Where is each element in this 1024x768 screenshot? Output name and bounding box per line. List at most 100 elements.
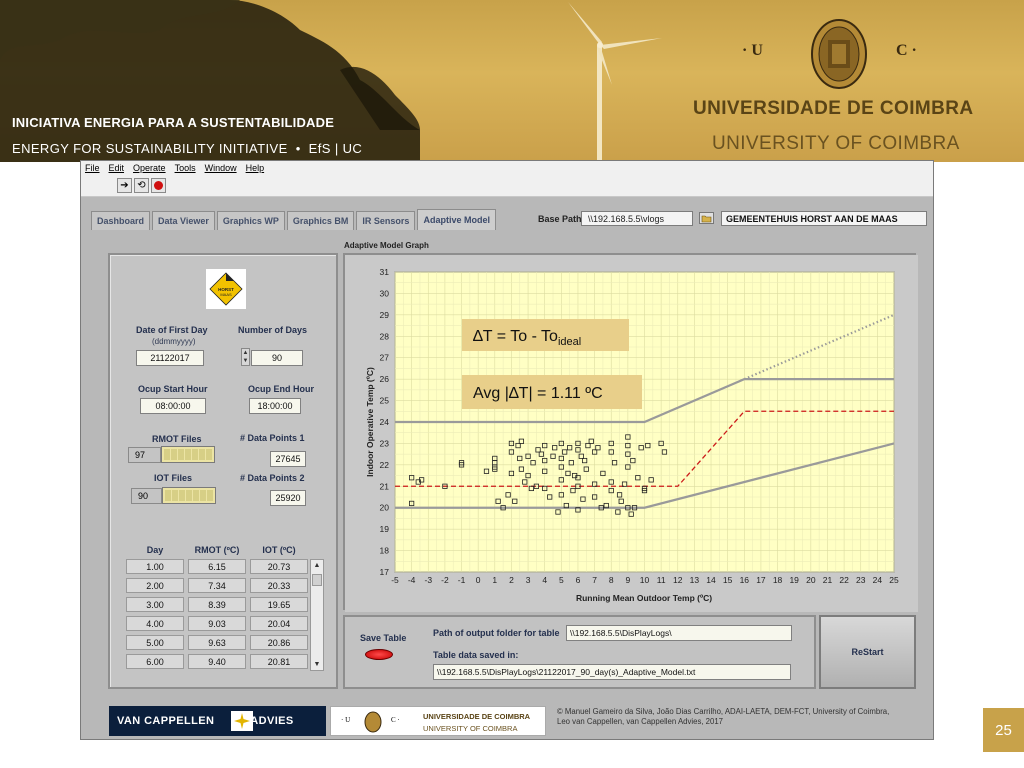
x-tick-label: 18 xyxy=(773,575,783,585)
tab-adaptive-model[interactable]: Adaptive Model xyxy=(417,209,496,230)
ocup-end-input[interactable]: 18:00:00 xyxy=(249,398,301,414)
x-tick-label: -4 xyxy=(408,575,416,585)
data-points-1-label: # Data Points 1 xyxy=(240,433,305,443)
delta-t-formula-main: ∆T = To - To xyxy=(473,328,558,345)
x-tick-label: 3 xyxy=(526,575,531,585)
table-cell: 20.33 xyxy=(250,578,308,593)
x-tick-label: 15 xyxy=(723,575,733,585)
toolbar: ➔ ⟲ xyxy=(81,175,933,197)
horst-aan-de-maas-logo: HORST MAAS xyxy=(206,269,246,309)
advies-text: ADVIES xyxy=(250,715,294,727)
tab-graphics-wp[interactable]: Graphics WP xyxy=(216,211,285,230)
y-tick-label: 18 xyxy=(380,546,390,556)
efs-uc-text: EfS | UC xyxy=(308,141,363,156)
efs-title-en-text: ENERGY FOR SUSTAINABILITY INITIATIVE xyxy=(12,141,288,156)
tab-ir-sensors[interactable]: IR Sensors xyxy=(356,211,416,230)
save-table-toggle[interactable] xyxy=(365,649,393,660)
menu-file[interactable]: File xyxy=(85,163,100,173)
browse-folder-icon[interactable] xyxy=(699,212,714,224)
y-tick-label: 29 xyxy=(380,310,390,320)
days-spinner[interactable]: ▲ ▼ xyxy=(241,348,250,366)
menu-tools[interactable]: Tools xyxy=(175,163,196,173)
menu-help[interactable]: Help xyxy=(246,163,265,173)
run-continuously-icon[interactable]: ⟲ xyxy=(134,178,149,193)
wind-turbine-icon xyxy=(568,2,662,162)
x-tick-label: 1 xyxy=(492,575,497,585)
uc-letter-u: · U xyxy=(742,42,763,59)
scroll-down-icon[interactable]: ▼ xyxy=(311,659,323,670)
uc-footer-dot-u: · U xyxy=(341,716,351,724)
site-name-field: GEMEENTEHUIS HORST AAN DE MAAS xyxy=(721,211,927,226)
y-tick-label: 28 xyxy=(380,331,390,341)
credits-text: © Manuel Gameiro da Silva, João Dias Car… xyxy=(557,707,917,727)
avg-delta-t-value: Avg |∆T| = 1.11 ºC xyxy=(473,385,603,402)
efs-title-en: ENERGY FOR SUSTAINABILITY INITIATIVE • E… xyxy=(12,141,362,156)
x-tick-label: -2 xyxy=(441,575,449,585)
iot-files-label: IOT Files xyxy=(154,473,193,483)
iot-files-count: 90 xyxy=(131,488,162,504)
y-tick-label: 27 xyxy=(380,353,390,363)
tab-graphics-bm[interactable]: Graphics BM xyxy=(286,211,355,230)
date-format-hint: (ddmmyyyy) xyxy=(152,337,196,346)
x-tick-label: 6 xyxy=(576,575,581,585)
y-tick-label: 17 xyxy=(380,567,390,577)
table-header-iot: IOT (ºC) xyxy=(262,545,296,555)
abort-icon[interactable] xyxy=(151,178,166,193)
uc-title-en: UNIVERSITY OF COIMBRA xyxy=(712,133,960,154)
menu-operate[interactable]: Operate xyxy=(133,163,166,173)
tab-dashboard[interactable]: Dashboard xyxy=(91,211,151,230)
adaptive-model-graph-panel: -5 -4 -3 -2 -1 0 1 2 3 4 5 6 7 8 9 10 11 12 13 14 15 16 17 18 19… xyxy=(343,253,918,612)
menu-bar: File Edit Operate Tools Window Help xyxy=(81,161,933,175)
x-tick-label: 19 xyxy=(789,575,799,585)
delta-t-definition-box: ∆T = To - Toideal xyxy=(462,319,629,351)
output-path-input[interactable]: \\192.168.5.5\DisPlayLogs\ xyxy=(566,625,792,641)
ocup-start-input[interactable]: 08:00:00 xyxy=(140,398,206,414)
scroll-up-icon[interactable]: ▲ xyxy=(311,560,323,571)
header-banner: INICIATIVA ENERGIA PARA A SUSTENTABILIDA… xyxy=(0,0,1024,162)
x-tick-label: 20 xyxy=(806,575,816,585)
x-tick-label: 17 xyxy=(756,575,766,585)
table-header-day: Day xyxy=(146,545,164,555)
credits-line-1: © Manuel Gameiro da Silva, João Dias Car… xyxy=(557,707,890,716)
x-tick-label: 7 xyxy=(592,575,597,585)
table-cell: 4.00 xyxy=(126,616,184,631)
rmot-files-count: 97 xyxy=(128,447,161,463)
table-cell: 2.00 xyxy=(126,578,184,593)
base-path-field[interactable]: \\192.168.5.5\vlogs xyxy=(581,211,693,226)
adaptive-model-chart: -5 -4 -3 -2 -1 0 1 2 3 4 5 6 7 8 9 10 11 12 13 14 15 16 17 18 19… xyxy=(345,255,918,612)
date-first-day-input[interactable]: 21122017 xyxy=(136,350,204,366)
number-of-days-input[interactable]: 90 xyxy=(251,350,303,366)
page-number: 25 xyxy=(983,708,1024,752)
tab-data-viewer[interactable]: Data Viewer xyxy=(152,211,215,230)
table-scrollbar[interactable]: ▲ ▼ xyxy=(310,559,324,671)
table-cell: 19.65 xyxy=(250,597,308,612)
run-arrow-icon[interactable]: ➔ xyxy=(117,178,132,193)
y-tick-label: 23 xyxy=(380,438,390,448)
x-tick-label: 22 xyxy=(839,575,849,585)
x-tick-label: -5 xyxy=(391,575,399,585)
y-tick-label: 21 xyxy=(380,481,390,491)
van-cappellen-text: VAN CAPPELLEN xyxy=(117,715,215,727)
table-cell: 20.81 xyxy=(250,654,308,669)
x-tick-label: 4 xyxy=(542,575,547,585)
data-points-2-value: 25920 xyxy=(270,490,306,506)
y-tick-label: 20 xyxy=(380,503,390,513)
x-tick-label: 0 xyxy=(476,575,481,585)
menu-edit[interactable]: Edit xyxy=(109,163,125,173)
table-cell: 20.86 xyxy=(250,635,308,650)
parameters-panel: HORST MAAS Date of First Day (ddmmyyyy) … xyxy=(108,253,338,689)
efs-title-pt: INICIATIVA ENERGIA PARA A SUSTENTABILIDA… xyxy=(12,115,335,130)
table-cell: 20.04 xyxy=(250,616,308,631)
scroll-thumb[interactable] xyxy=(312,574,322,586)
table-cell: 20.73 xyxy=(250,559,308,574)
x-tick-label: 14 xyxy=(706,575,716,585)
x-tick-label: 23 xyxy=(856,575,866,585)
university-seal-icon xyxy=(811,19,867,89)
restart-button[interactable]: ReStart xyxy=(819,615,916,689)
x-tick-label: 13 xyxy=(690,575,700,585)
uc-title-pt: UNIVERSIDADE DE COIMBRA xyxy=(693,98,974,119)
table-saved-path: \\192.168.5.5\DisPlayLogs\21122017_90_da… xyxy=(433,664,791,680)
table-cell: 9.63 xyxy=(188,635,246,650)
ocup-start-label: Ocup Start Hour xyxy=(138,384,208,394)
menu-window[interactable]: Window xyxy=(205,163,237,173)
